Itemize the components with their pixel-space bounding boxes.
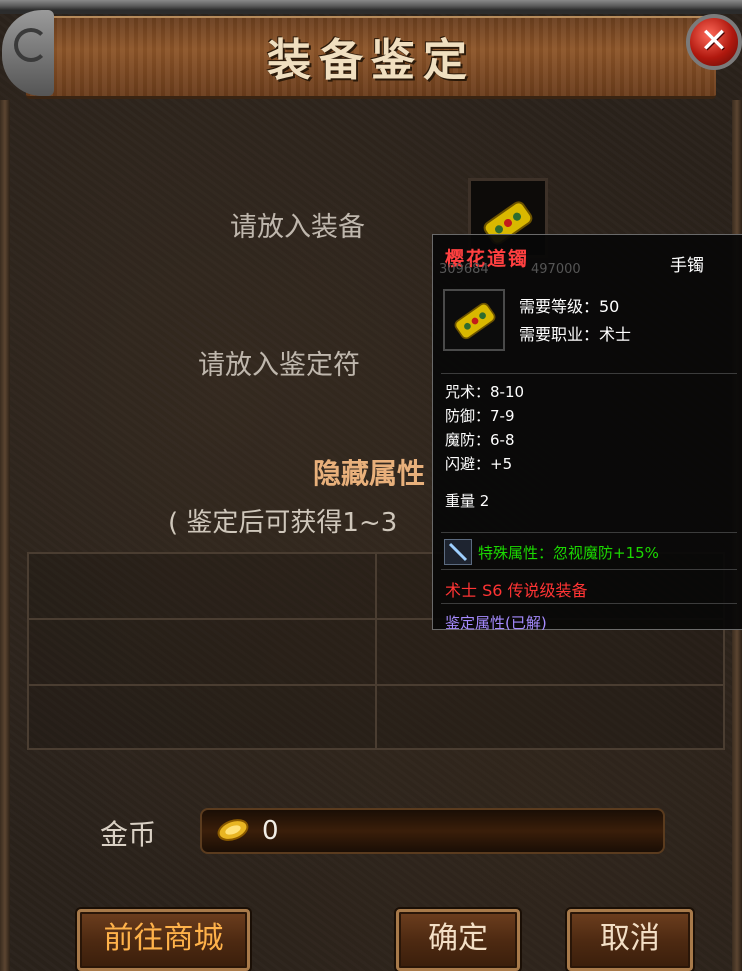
stat-line: 闪避：+5 [445,455,513,473]
gold-value: 0 [262,816,279,846]
hidden-attributes-subtitle: ( 鉴定后可获得1~3 [168,508,398,538]
special-attribute: 特殊属性：忽视魔防+15% [478,544,659,562]
bracelet-icon [454,302,496,340]
divider [441,569,737,570]
talisman-slot-label: 请放入鉴定符 [198,350,360,381]
legendary-tag: 术士 S6 传说级装备 [445,581,588,600]
item-type: 手镯 [670,256,704,276]
required-class: 需要职业：术士 [519,325,632,344]
item-icon-frame [443,289,505,351]
stat-line: 咒术：8-10 [445,383,525,401]
gold-coin-icon [217,819,249,841]
weight-line: 重量 2 [445,492,490,510]
equipment-slot-label: 请放入装备 [230,212,365,243]
ghost-text: 309684 [439,262,489,277]
identify-attributes: 鉴定属性(已解) [445,614,547,632]
close-button[interactable]: ✕ [686,14,742,70]
title-bar: 装备鉴定 [0,0,742,104]
attribute-cell [28,685,376,749]
gold-bar: 0 [200,808,665,854]
window-title: 装备鉴定 [267,35,475,86]
stat-line: 防御：7-9 [445,407,515,425]
ghost-text: 497000 [531,262,581,277]
gold-label: 金币 [100,818,157,851]
divider [441,603,737,604]
item-tooltip: 樱花道镯 手镯 309684 497000 需要等级：50 需要职业：术士 咒术… [432,234,742,632]
divider [441,373,737,374]
hidden-attributes-title: 隐藏属性 [313,457,426,490]
attribute-cell [376,685,724,749]
sword-icon [448,542,468,562]
go-to-shop-button[interactable]: 前往商城 [77,909,250,971]
attribute-cell [28,553,376,619]
frame-left [0,100,10,971]
cancel-button[interactable]: 取消 [567,909,693,971]
confirm-button[interactable]: 确定 [396,909,520,971]
attribute-cell [28,619,376,685]
divider [441,532,737,533]
stat-line: 魔防：6-8 [445,431,515,449]
required-level: 需要等级：50 [519,297,620,316]
special-skill-icon [444,539,472,565]
